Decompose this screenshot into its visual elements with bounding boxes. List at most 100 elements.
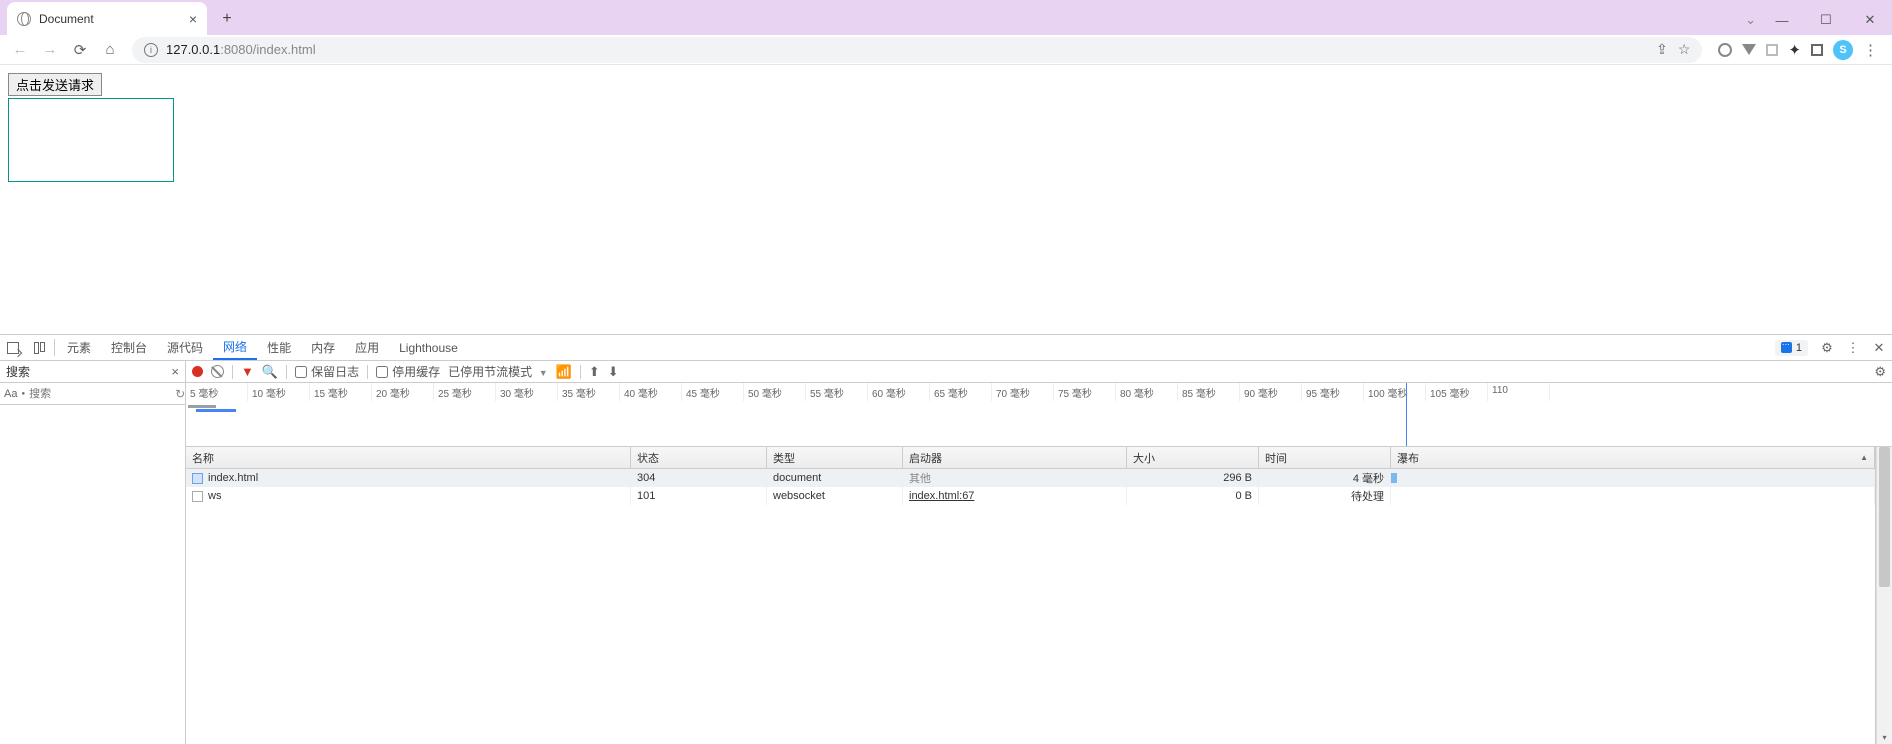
back-button[interactable]: ← <box>6 37 34 63</box>
search-input[interactable] <box>29 388 171 400</box>
regex-toggle[interactable]: ● <box>21 391 25 397</box>
extensions-icon[interactable]: ✦ <box>1788 41 1801 59</box>
match-case-toggle[interactable]: Aa <box>4 388 17 400</box>
col-header-type[interactable]: 类型 <box>767 447 903 468</box>
disable-cache-checkbox[interactable]: 停用缓存 <box>376 363 440 380</box>
network-pane: ▼ 🔍 保留日志 停用缓存 已停用节流模式 ▼ 📶 ⬆ ⬇ ⚙ 5 毫秒10 毫… <box>186 361 1892 744</box>
network-conditions-icon[interactable]: 📶 <box>556 364 572 380</box>
maximize-button[interactable]: ☐ <box>1804 5 1848 35</box>
table-row[interactable]: index.html304document其他296 B4 毫秒 <box>186 469 1875 487</box>
col-header-initiator[interactable]: 启动器 <box>903 447 1127 468</box>
search-close-icon[interactable]: × <box>171 364 179 379</box>
omnibox[interactable]: i 127.0.0.1:8080/index.html ⇪ ☆ <box>132 37 1702 63</box>
request-size: 296 B <box>1223 472 1252 484</box>
tab-performance[interactable]: 性能 <box>257 335 301 360</box>
initiator-link[interactable]: index.html:67 <box>909 490 974 502</box>
devtools-panel: 元素 控制台 源代码 网络 性能 内存 应用 Lighthouse 1 ⚙ ⋮ … <box>0 334 1892 744</box>
col-header-time[interactable]: 时间 <box>1259 447 1391 468</box>
import-har-icon[interactable]: ⬆ <box>589 364 600 380</box>
reload-button[interactable]: ⟳ <box>66 37 94 63</box>
timeline-tick: 65 毫秒 <box>930 383 992 401</box>
send-request-button[interactable]: 点击发送请求 <box>8 73 102 96</box>
close-tab-icon[interactable]: × <box>189 11 197 27</box>
col-header-size[interactable]: 大小 <box>1127 447 1259 468</box>
websocket-icon <box>192 491 203 502</box>
globe-icon <box>17 12 31 26</box>
forward-button[interactable]: → <box>36 37 64 63</box>
address-bar: ← → ⟳ ⌂ i 127.0.0.1:8080/index.html ⇪ ☆ … <box>0 35 1892 65</box>
profile-avatar[interactable]: S <box>1833 40 1853 60</box>
network-settings-icon[interactable]: ⚙ <box>1874 364 1886 380</box>
scroll-down-icon[interactable]: ▾ <box>1877 730 1892 744</box>
timeline-tick: 70 毫秒 <box>992 383 1054 401</box>
tab-elements[interactable]: 元素 <box>57 335 101 360</box>
new-tab-button[interactable]: + <box>213 5 241 33</box>
divider <box>286 365 287 379</box>
timeline-tick: 85 毫秒 <box>1178 383 1240 401</box>
table-row[interactable]: ws101websocketindex.html:670 B待处理 <box>186 487 1875 505</box>
tab-lighthouse[interactable]: Lighthouse <box>389 335 468 360</box>
search-header: 搜索 × <box>0 361 185 383</box>
col-header-name[interactable]: 名称 <box>186 447 631 468</box>
tab-sources[interactable]: 源代码 <box>157 335 213 360</box>
tab-memory[interactable]: 内存 <box>301 335 345 360</box>
timeline-tick: 25 毫秒 <box>434 383 496 401</box>
tab-network[interactable]: 网络 <box>213 335 257 360</box>
devtools-more-icon[interactable]: ⋮ <box>1840 340 1866 356</box>
record-button[interactable] <box>192 366 203 377</box>
divider <box>367 365 368 379</box>
chevron-down-icon[interactable]: ⌄ <box>1745 12 1756 28</box>
share-icon[interactable]: ⇪ <box>1656 41 1668 58</box>
tab-console[interactable]: 控制台 <box>101 335 157 360</box>
timeline-tick: 80 毫秒 <box>1116 383 1178 401</box>
devtools-tab-bar: 元素 控制台 源代码 网络 性能 内存 应用 Lighthouse 1 ⚙ ⋮ … <box>0 335 1892 361</box>
vertical-scrollbar[interactable]: ▴ ▾ <box>1876 447 1892 744</box>
tab-application[interactable]: 应用 <box>345 335 389 360</box>
inspect-element-icon[interactable] <box>0 335 26 360</box>
table-header: 名称 状态 类型 启动器 大小 时间 瀑布▲ <box>186 447 1875 469</box>
request-name: ws <box>208 490 221 502</box>
extension-circle-icon[interactable] <box>1718 43 1732 57</box>
timeline-tick: 75 毫秒 <box>1054 383 1116 401</box>
extension-square-icon[interactable] <box>1766 44 1778 56</box>
search-input-row: Aa ● ↻ ⊘ <box>0 383 185 405</box>
col-header-status[interactable]: 状态 <box>631 447 767 468</box>
browser-tab[interactable]: Document × <box>7 2 207 35</box>
browser-titlebar: Document × + ⌄ — ☐ ✕ <box>0 0 1892 35</box>
refresh-search-icon[interactable]: ↻ <box>175 387 185 401</box>
url-text: 127.0.0.1:8080/index.html <box>166 42 316 57</box>
devtools-settings-icon[interactable]: ⚙ <box>1814 340 1840 356</box>
issue-icon <box>1781 342 1792 353</box>
timeline-tick: 10 毫秒 <box>248 383 310 401</box>
search-icon[interactable]: 🔍 <box>262 364 278 380</box>
issues-count: 1 <box>1796 342 1802 354</box>
export-har-icon[interactable]: ⬇ <box>608 364 619 380</box>
timeline-segment <box>188 405 216 408</box>
waterfall-bar <box>1391 473 1397 483</box>
timeline-tick: 15 毫秒 <box>310 383 372 401</box>
minimize-button[interactable]: — <box>1760 5 1804 35</box>
filter-icon[interactable]: ▼ <box>241 364 254 379</box>
home-button[interactable]: ⌂ <box>96 37 124 63</box>
timeline-tick: 20 毫秒 <box>372 383 434 401</box>
device-toggle-icon[interactable] <box>26 335 52 360</box>
side-panel-icon[interactable] <box>1811 44 1823 56</box>
preserve-log-checkbox[interactable]: 保留日志 <box>295 363 359 380</box>
timeline-tick: 45 毫秒 <box>682 383 744 401</box>
request-name: index.html <box>208 472 258 484</box>
divider <box>54 339 55 356</box>
scrollbar-thumb[interactable] <box>1879 447 1890 587</box>
document-icon <box>192 473 203 484</box>
clear-button[interactable] <box>211 365 224 378</box>
issues-badge[interactable]: 1 <box>1775 340 1808 356</box>
extension-icons: ✦ S ⋮ <box>1710 40 1886 60</box>
devtools-close-icon[interactable]: ✕ <box>1866 340 1892 356</box>
timeline-overview[interactable]: 5 毫秒10 毫秒15 毫秒20 毫秒25 毫秒30 毫秒35 毫秒40 毫秒4… <box>186 383 1892 447</box>
browser-menu-icon[interactable]: ⋮ <box>1863 41 1878 59</box>
bookmark-icon[interactable]: ☆ <box>1678 41 1691 58</box>
throttling-dropdown[interactable]: 已停用节流模式 ▼ <box>448 363 548 380</box>
col-header-waterfall[interactable]: 瀑布▲ <box>1391 447 1875 468</box>
site-info-icon[interactable]: i <box>144 43 158 57</box>
close-window-button[interactable]: ✕ <box>1848 5 1892 35</box>
extension-triangle-icon[interactable] <box>1742 44 1756 55</box>
